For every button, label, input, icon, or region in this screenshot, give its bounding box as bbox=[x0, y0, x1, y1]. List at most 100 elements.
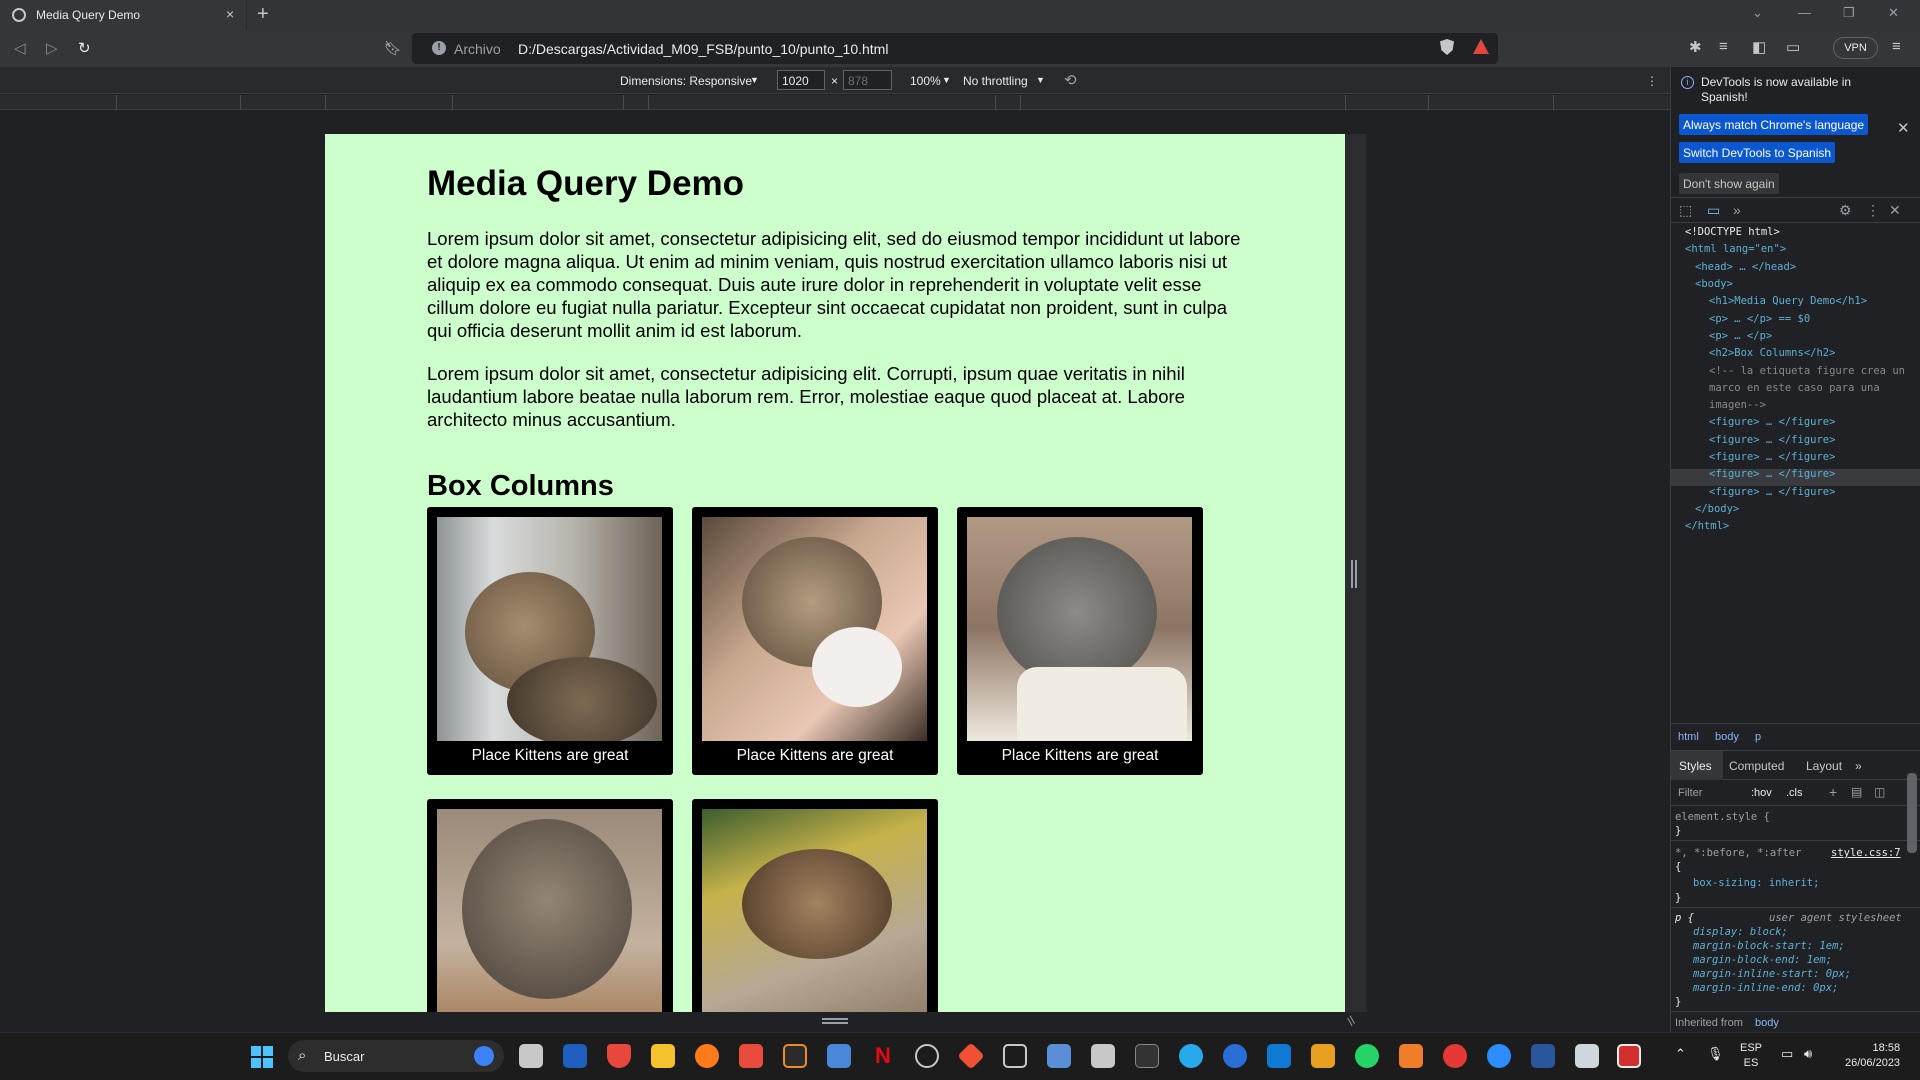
more-tabs-icon[interactable]: » bbox=[1855, 759, 1862, 773]
restore-icon[interactable]: ❐ bbox=[1843, 5, 1855, 21]
taskbar-search[interactable]: ⌕ Buscar bbox=[288, 1040, 504, 1072]
close-window-icon[interactable]: ✕ bbox=[1888, 5, 1899, 21]
tab-search-chevron-icon[interactable]: ⌄ bbox=[1752, 5, 1763, 21]
store-icon[interactable] bbox=[827, 1044, 851, 1068]
dom-head[interactable]: <head> … </head> bbox=[1695, 259, 1796, 276]
rule-p-selector[interactable]: p { bbox=[1675, 911, 1694, 925]
firefox-icon[interactable] bbox=[695, 1044, 719, 1068]
dom-html-open[interactable]: <html lang="en"> bbox=[1685, 241, 1786, 258]
dom-figure[interactable]: <figure> … </figure> bbox=[1709, 414, 1835, 431]
resize-handle-right[interactable] bbox=[1351, 560, 1357, 588]
add-rule-icon[interactable]: + bbox=[1829, 784, 1837, 800]
close-notice-icon[interactable]: ✕ bbox=[1897, 119, 1910, 137]
windows-start-icon[interactable] bbox=[251, 1046, 273, 1068]
netflix-icon[interactable]: N bbox=[871, 1044, 895, 1068]
switch-spanish-button[interactable]: Switch DevTools to Spanish bbox=[1679, 142, 1836, 163]
rule-element-style[interactable]: element.style { bbox=[1675, 810, 1770, 824]
settings-gear-icon[interactable]: ⚙ bbox=[1839, 202, 1852, 219]
back-icon[interactable]: ◁ bbox=[14, 39, 26, 57]
whatsapp-icon[interactable] bbox=[1355, 1044, 1379, 1068]
tab-media-query-demo[interactable]: Media Query Demo × bbox=[0, 0, 247, 30]
terminal-icon[interactable] bbox=[1135, 1044, 1159, 1068]
app-icon[interactable] bbox=[1617, 1044, 1641, 1068]
tab-styles[interactable]: Styles bbox=[1679, 759, 1712, 773]
show-hidden-icons-icon[interactable]: ⌃ bbox=[1675, 1046, 1686, 1062]
paint-icon[interactable]: ▤ bbox=[1851, 785, 1862, 799]
dom-figure[interactable]: <figure> … </figure> bbox=[1709, 449, 1835, 466]
tab-computed[interactable]: Computed bbox=[1729, 759, 1784, 773]
microphone-icon[interactable]: 🎙︎ bbox=[1707, 1046, 1724, 1062]
word-icon[interactable] bbox=[1531, 1044, 1555, 1068]
volume-icon[interactable]: 🔊︎ bbox=[1804, 1046, 1812, 1062]
brave-rewards-icon[interactable] bbox=[1473, 39, 1489, 54]
breadcrumb-p[interactable]: p bbox=[1755, 731, 1761, 743]
file-explorer-icon[interactable] bbox=[651, 1044, 675, 1068]
tab-layout[interactable]: Layout bbox=[1806, 759, 1842, 773]
network-icon[interactable]: ▭ bbox=[1781, 1046, 1793, 1062]
bookmark-icon[interactable]: 🔖︎ bbox=[384, 40, 402, 57]
resize-handle-bottom[interactable] bbox=[822, 1018, 848, 1024]
dom-figure[interactable]: <figure> … </figure> bbox=[1709, 484, 1835, 501]
bitwarden-icon[interactable] bbox=[563, 1044, 587, 1068]
dom-figure[interactable]: <figure> … </figure> bbox=[1709, 432, 1835, 449]
styles-filter-input[interactable]: Filter bbox=[1678, 787, 1702, 799]
menu-icon[interactable]: ≡ bbox=[1892, 38, 1901, 55]
sidebar-toggle-icon[interactable]: ◫ bbox=[1874, 785, 1885, 799]
more-panels-icon[interactable]: » bbox=[1733, 202, 1741, 218]
zoom-dropdown[interactable]: 100% bbox=[910, 74, 941, 88]
dont-show-again-button[interactable]: Don't show again bbox=[1679, 173, 1779, 194]
sidebar-icon[interactable]: ◧ bbox=[1752, 38, 1766, 56]
device-toggle-icon[interactable]: ▭ bbox=[1707, 202, 1720, 219]
hov-toggle[interactable]: :hov bbox=[1751, 787, 1772, 799]
tab-close-icon[interactable]: × bbox=[226, 6, 234, 22]
styles-scrollbar[interactable] bbox=[1907, 773, 1917, 853]
breadcrumb-html[interactable]: html bbox=[1678, 731, 1699, 743]
cls-toggle[interactable]: .cls bbox=[1786, 787, 1803, 799]
address-bar[interactable]: 🔖︎ ! Archivo D:/Descargas/Actividad_M09_… bbox=[384, 33, 1498, 64]
zoom-icon[interactable] bbox=[1487, 1044, 1511, 1068]
new-tab-button[interactable]: + bbox=[257, 3, 269, 26]
inherited-source-link[interactable]: body bbox=[1755, 1016, 1779, 1030]
wallet-icon[interactable]: ▭ bbox=[1786, 38, 1800, 56]
obs-icon[interactable] bbox=[915, 1044, 939, 1068]
width-input[interactable]: 1020 bbox=[777, 70, 825, 90]
throttling-dropdown[interactable]: No throttling bbox=[963, 74, 1028, 88]
telegram-icon[interactable] bbox=[1179, 1044, 1203, 1068]
dom-html-close[interactable]: </html> bbox=[1685, 518, 1729, 535]
forward-icon[interactable]: ▷ bbox=[46, 39, 58, 57]
dimensions-dropdown[interactable]: Dimensions: Responsive bbox=[620, 74, 752, 88]
dom-p[interactable]: <p> … </p> bbox=[1709, 328, 1772, 345]
virtualbox-icon[interactable] bbox=[1003, 1044, 1027, 1068]
devtools-more-icon[interactable]: ⋮ bbox=[1866, 202, 1880, 219]
dom-figure[interactable]: <figure> … </figure> bbox=[1709, 466, 1835, 483]
vpn-button[interactable]: VPN bbox=[1833, 37, 1878, 59]
dom-body-open[interactable]: <body> bbox=[1695, 276, 1733, 293]
language-indicator[interactable]: ESP ES bbox=[1740, 1041, 1762, 1071]
brave-icon[interactable] bbox=[607, 1044, 631, 1068]
rule-source-link[interactable]: style.css:7 bbox=[1831, 846, 1901, 860]
java-icon[interactable] bbox=[783, 1044, 807, 1068]
task-view-icon[interactable] bbox=[519, 1044, 543, 1068]
device-more-icon[interactable]: ⋮ bbox=[1646, 74, 1658, 88]
info-icon[interactable]: ! bbox=[432, 41, 446, 55]
app-icon[interactable] bbox=[739, 1044, 763, 1068]
breadcrumb-body[interactable]: body bbox=[1715, 731, 1739, 743]
decl-box-sizing[interactable]: box-sizing: inherit; bbox=[1693, 876, 1819, 890]
dom-doctype[interactable]: <!DOCTYPE html> bbox=[1685, 224, 1780, 241]
taskbar-clock[interactable]: 18:58 26/06/2023 bbox=[1845, 1041, 1900, 1071]
vscode-icon[interactable] bbox=[1267, 1044, 1291, 1068]
dom-body-close[interactable]: </body> bbox=[1695, 501, 1739, 518]
media-player-icon[interactable] bbox=[1443, 1044, 1467, 1068]
dom-h2[interactable]: <h2>Box Columns</h2> bbox=[1709, 345, 1835, 362]
close-devtools-icon[interactable]: ✕ bbox=[1889, 202, 1901, 219]
dom-h1[interactable]: <h1>Media Query Demo</h1> bbox=[1709, 293, 1867, 310]
dom-comment[interactable]: <!-- la etiqueta figure crea un bbox=[1709, 363, 1905, 380]
reload-icon[interactable]: ↻ bbox=[78, 39, 91, 57]
playlist-icon[interactable]: ≡ bbox=[1719, 38, 1728, 55]
app-icon[interactable] bbox=[1091, 1044, 1115, 1068]
app-icon[interactable] bbox=[1311, 1044, 1335, 1068]
height-input[interactable]: 878 bbox=[843, 70, 892, 90]
calendar-icon[interactable] bbox=[1575, 1044, 1599, 1068]
dom-p-selected[interactable]: <p> … </p> == $0 bbox=[1709, 311, 1810, 328]
app-icon[interactable] bbox=[1223, 1044, 1247, 1068]
